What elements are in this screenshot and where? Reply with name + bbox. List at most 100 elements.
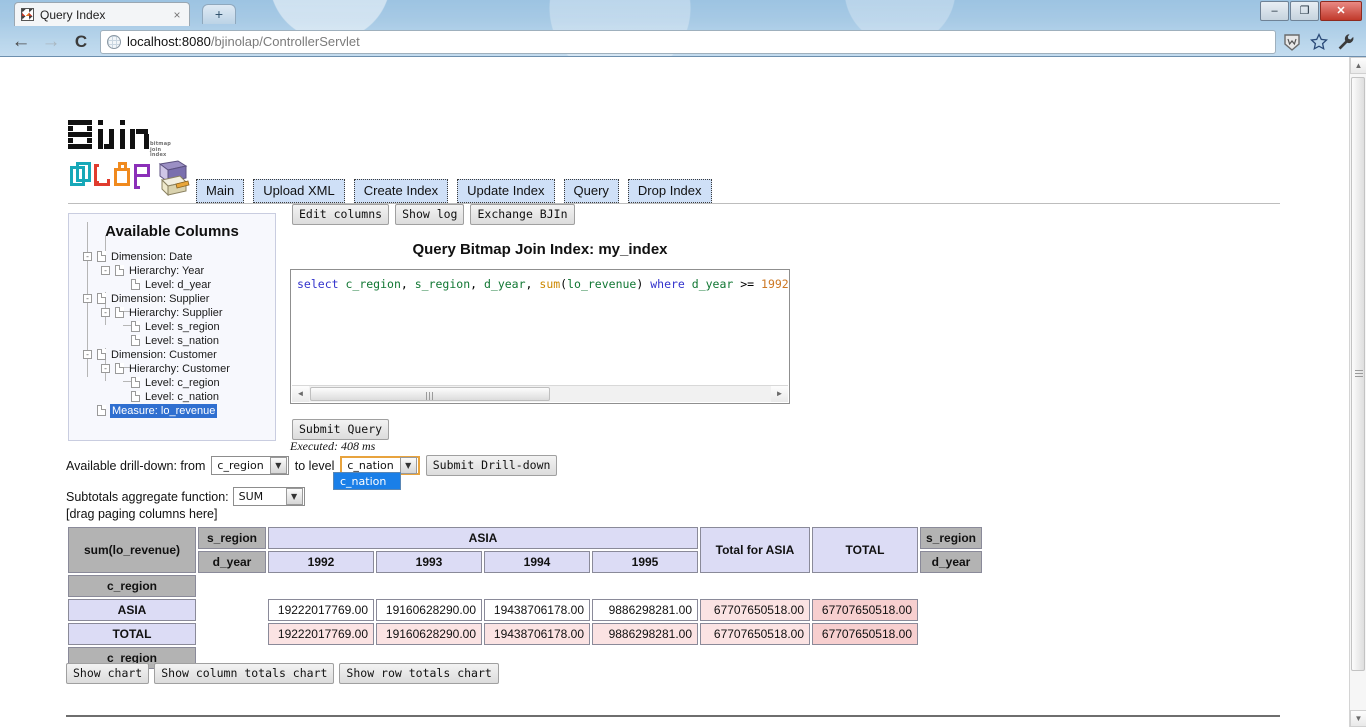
tree-item-level-s-region[interactable]: Level: s_region	[69, 320, 275, 334]
olap-wordmark-icon	[70, 162, 166, 196]
favicon-icon	[21, 8, 34, 21]
tree-item-level-c-nation[interactable]: Level: c_nation	[69, 390, 275, 404]
tree-toggle-icon[interactable]: -	[101, 266, 110, 275]
tree-item-level-s-nation[interactable]: Level: s_nation	[69, 334, 275, 348]
pivot-spacer-cell	[198, 623, 266, 645]
pivot-grand-total-header: TOTAL	[812, 527, 918, 573]
subtotals-function-select[interactable]: SUM ▼	[232, 487, 305, 506]
pivot-total-for-asia-header: Total for ASIA	[700, 527, 810, 573]
edit-columns-button[interactable]: Edit columns	[292, 204, 390, 225]
tree-toggle-icon[interactable]: -	[101, 364, 110, 373]
pivot-spacer-cell	[920, 599, 982, 621]
scrollbar-grip-icon	[426, 392, 435, 400]
chevron-down-icon[interactable]: ▼	[285, 488, 303, 505]
address-bar[interactable]: localhost:8080 /bjinolap/ControllerServl…	[100, 29, 1276, 54]
nav-tab-query[interactable]: Query	[563, 179, 619, 203]
pivot-col-1994: 1994	[484, 551, 590, 573]
tree-item-dimension-supplier[interactable]: - Dimension: Supplier	[69, 292, 275, 306]
scrollbar-thumb[interactable]	[310, 387, 550, 401]
tree-item-hierarchy-supplier[interactable]: - Hierarchy: Supplier	[69, 306, 275, 320]
pivot-cell-asia-1994: 19438706178.00	[484, 599, 590, 621]
submit-query-button[interactable]: Submit Query	[292, 419, 390, 440]
pivot-cell-asia-1992: 19222017769.00	[268, 599, 374, 621]
drilldown-row: Available drill-down: from c_region ▼ to…	[66, 455, 558, 476]
tree-toggle-icon[interactable]: -	[83, 350, 92, 359]
tree-item-dimension-date[interactable]: - Dimension: Date	[69, 250, 275, 264]
nav-tab-drop-index[interactable]: Drop Index	[627, 179, 712, 203]
paging-drop-zone[interactable]: [drag paging columns here]	[66, 507, 217, 521]
close-window-button[interactable]: ✕	[1320, 1, 1362, 21]
tree-file-icon	[131, 377, 140, 388]
browser-tab[interactable]: Query Index ×	[14, 2, 190, 26]
close-tab-icon[interactable]: ×	[171, 9, 183, 21]
forward-icon[interactable]: →	[36, 29, 66, 55]
sql-token: ,	[525, 277, 540, 291]
query-horizontal-scrollbar[interactable]: ◄ ►	[292, 385, 788, 402]
tree-item-label: Level: c_region	[145, 377, 220, 389]
nav-tab-update-index[interactable]: Update Index	[457, 179, 555, 203]
tree-item-level-d-year[interactable]: Level: d_year	[69, 278, 275, 292]
pivot-spacer-cell	[920, 623, 982, 645]
pivot-col-1993: 1993	[376, 551, 482, 573]
tree-item-label: Level: s_nation	[145, 335, 219, 347]
submit-drilldown-button[interactable]: Submit Drill-down	[425, 455, 558, 476]
tree-toggle-icon[interactable]: -	[101, 308, 110, 317]
new-tab-button[interactable]: +	[202, 4, 236, 24]
scroll-up-icon[interactable]: ▲	[1350, 57, 1366, 74]
pivot-cell-asia-group-total: 67707650518.00	[700, 599, 810, 621]
query-sql-text: select c_region, s_region, d_year, sum(l…	[297, 277, 791, 292]
show-row-totals-chart-button[interactable]: Show row totals chart	[339, 663, 499, 684]
scroll-down-icon[interactable]: ▼	[1350, 710, 1366, 727]
nav-tab-create-index[interactable]: Create Index	[353, 179, 449, 203]
shield-icon[interactable]	[1282, 32, 1302, 52]
pivot-cell-asia-grand-total: 67707650518.00	[812, 599, 918, 621]
tree-item-hierarchy-customer[interactable]: - Hierarchy: Customer	[69, 362, 275, 376]
bookmark-star-icon[interactable]	[1309, 32, 1329, 52]
tree-item-dimension-customer[interactable]: - Dimension: Customer	[69, 348, 275, 362]
show-column-totals-chart-button[interactable]: Show column totals chart	[154, 663, 335, 684]
sql-token: select	[297, 277, 339, 291]
reload-icon[interactable]: C	[66, 29, 96, 55]
tree-item-measure-lo-revenue[interactable]: Measure: lo_revenue	[69, 404, 275, 418]
wrench-menu-icon[interactable]	[1336, 32, 1356, 52]
chevron-down-icon[interactable]: ▼	[269, 457, 287, 474]
drilldown-to-value: c_nation	[347, 459, 394, 472]
page-scrollbar[interactable]: ▲ ▼	[1349, 57, 1366, 727]
show-log-button[interactable]: Show log	[395, 204, 465, 225]
navigation-bar: ← → C localhost:8080 /bjinolap/Controlle…	[0, 26, 1366, 57]
tree-toggle-icon[interactable]: -	[83, 252, 92, 261]
drilldown-dropdown-option-c-nation[interactable]: c_nation	[333, 472, 401, 490]
scroll-right-icon[interactable]: ►	[771, 386, 788, 402]
browser-chrome: Query Index × + – ❐ ✕ ← → C localhost:80…	[0, 0, 1366, 57]
primary-nav: Main Upload XML Create Index Update Inde…	[196, 179, 712, 203]
chevron-down-icon[interactable]: ▼	[399, 457, 417, 474]
nav-tab-upload-xml[interactable]: Upload XML	[253, 179, 345, 203]
table-header-row-1: sum(lo_revenue) s_region ASIA Total for …	[68, 527, 983, 573]
execution-time-status: Executed: 408 ms	[290, 439, 376, 453]
tree-item-hierarchy-year[interactable]: - Hierarchy: Year	[69, 264, 275, 278]
tab-strip: Query Index × +	[0, 0, 1366, 26]
show-chart-button[interactable]: Show chart	[66, 663, 150, 684]
tree-item-level-c-region[interactable]: Level: c_region	[69, 376, 275, 390]
tree-item-label: Hierarchy: Year	[129, 265, 205, 277]
sql-token: s_region	[414, 277, 471, 291]
nav-tab-main[interactable]: Main	[196, 179, 245, 203]
tree-file-icon	[131, 391, 140, 402]
tree-file-icon	[131, 335, 140, 346]
drilldown-from-value: c_region	[217, 459, 264, 472]
scroll-left-icon[interactable]: ◄	[292, 386, 309, 402]
scrollbar-thumb[interactable]	[1351, 77, 1365, 671]
page-body: bitmap join index Main Upload XML Create…	[0, 57, 1349, 727]
pivot-row-label-asia: ASIA	[68, 599, 196, 621]
maximize-button[interactable]: ❐	[1290, 1, 1319, 21]
exchange-bjin-button[interactable]: Exchange BJIn	[470, 204, 575, 225]
scrollbar-track[interactable]	[1350, 74, 1366, 710]
back-icon[interactable]: ←	[6, 29, 36, 55]
minimize-button[interactable]: –	[1260, 1, 1289, 21]
query-textarea[interactable]: select c_region, s_region, d_year, sum(l…	[290, 269, 790, 404]
drilldown-from-select[interactable]: c_region ▼	[211, 456, 289, 475]
pivot-row-label-total: TOTAL	[68, 623, 196, 645]
tree-toggle-icon[interactable]: -	[83, 294, 92, 303]
sql-token: sum	[539, 277, 561, 291]
window-controls: – ❐ ✕	[1260, 1, 1362, 21]
